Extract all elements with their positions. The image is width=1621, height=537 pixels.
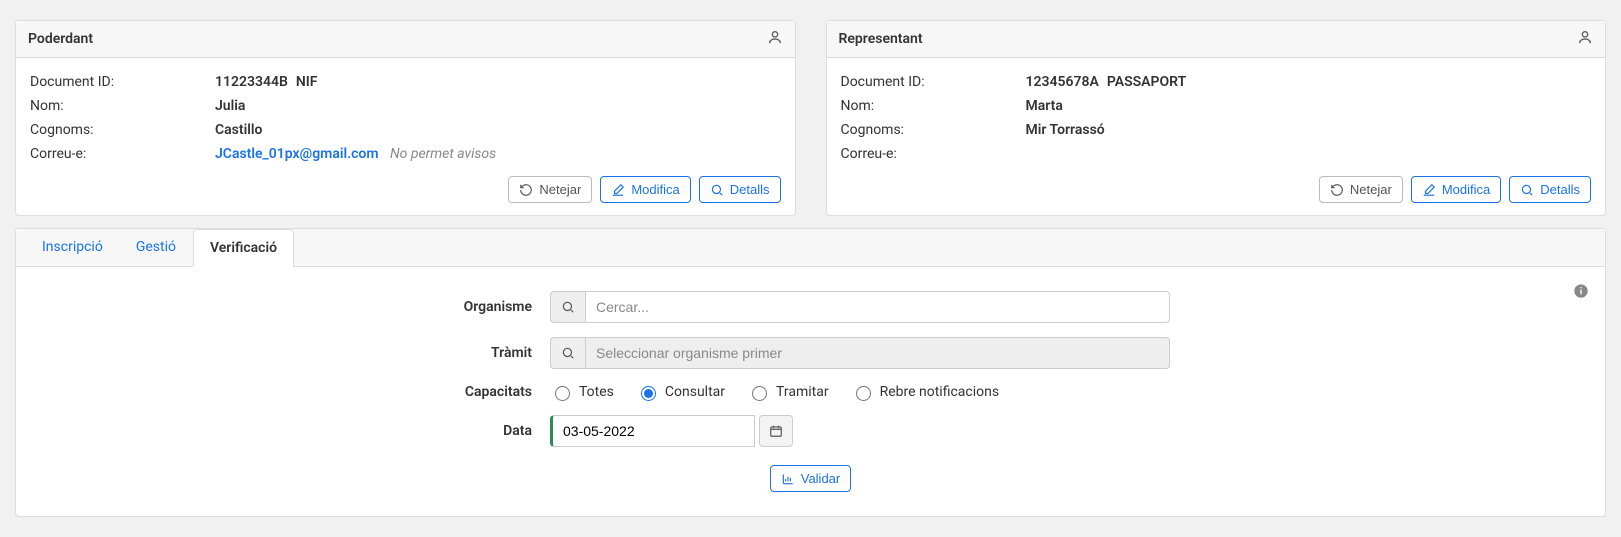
detalls-button[interactable]: Detalls <box>1509 176 1591 203</box>
tramit-input <box>585 337 1170 369</box>
email-note: No permet avisos <box>390 146 496 162</box>
radio-consultar[interactable]: Consultar <box>636 383 725 401</box>
value-correu: JCastle_01px@gmail.com No permet avisos <box>215 146 496 162</box>
value-nom: Julia <box>215 98 245 114</box>
tab-verificacio[interactable]: Verificació <box>193 229 294 267</box>
email-link[interactable]: JCastle_01px@gmail.com <box>215 146 378 162</box>
tab-inscripcio[interactable]: Inscripció <box>26 229 120 266</box>
poderdant-card: Poderdant Document ID: 11223344BNIF Nom:… <box>15 20 796 216</box>
label-correu: Correu-e: <box>841 146 1026 162</box>
label-cognoms: Cognoms: <box>841 122 1026 138</box>
edit-icon <box>1422 183 1436 197</box>
label-correu: Correu-e: <box>30 146 215 162</box>
tab-gestio[interactable]: Gestió <box>120 229 193 266</box>
person-icon <box>1577 29 1593 49</box>
value-document-id: 12345678APASSAPORT <box>1026 74 1187 90</box>
chart-icon <box>781 472 795 486</box>
data-label: Data <box>40 423 550 439</box>
label-document-id: Document ID: <box>30 74 215 90</box>
undo-icon <box>519 183 533 197</box>
label-document-id: Document ID: <box>841 74 1026 90</box>
detalls-button[interactable]: Detalls <box>699 176 781 203</box>
tabs-bar: Inscripció Gestió Verificació <box>16 229 1605 267</box>
label-cognoms: Cognoms: <box>30 122 215 138</box>
validar-button[interactable]: Validar <box>770 465 852 492</box>
person-icon <box>767 29 783 49</box>
representant-title: Representant <box>839 31 923 47</box>
value-document-id: 11223344BNIF <box>215 74 318 90</box>
representant-header: Representant <box>827 21 1606 58</box>
capacitats-label: Capacitats <box>40 384 550 400</box>
edit-icon <box>611 183 625 197</box>
poderdant-header: Poderdant <box>16 21 795 58</box>
radio-rebre[interactable]: Rebre notificacions <box>851 383 1000 401</box>
label-nom: Nom: <box>30 98 215 114</box>
netejar-button[interactable]: Netejar <box>508 176 592 203</box>
modifica-button[interactable]: Modifica <box>1411 176 1501 203</box>
organisme-input[interactable] <box>585 291 1170 323</box>
info-icon[interactable] <box>1573 283 1589 303</box>
radio-tramitar[interactable]: Tramitar <box>747 383 829 401</box>
radio-totes[interactable]: Totes <box>550 383 614 401</box>
data-input[interactable] <box>550 415 755 447</box>
search-icon <box>710 183 724 197</box>
tramit-label: Tràmit <box>40 345 550 361</box>
tab-content-verificacio: Organisme Tràmit Capacitats Totes <box>16 267 1605 516</box>
organisme-label: Organisme <box>40 299 550 315</box>
representant-card: Representant Document ID: 12345678APASSA… <box>826 20 1607 216</box>
search-icon <box>1520 183 1534 197</box>
netejar-button[interactable]: Netejar <box>1319 176 1403 203</box>
undo-icon <box>1330 183 1344 197</box>
search-icon <box>550 291 585 323</box>
value-cognoms: Mir Torrassó <box>1026 122 1105 138</box>
poderdant-title: Poderdant <box>28 31 93 47</box>
label-nom: Nom: <box>841 98 1026 114</box>
calendar-icon <box>769 424 783 438</box>
value-nom: Marta <box>1026 98 1063 114</box>
calendar-button[interactable] <box>759 415 793 447</box>
value-cognoms: Castillo <box>215 122 262 138</box>
tabs-container: Inscripció Gestió Verificació Organisme … <box>15 228 1606 517</box>
modifica-button[interactable]: Modifica <box>600 176 690 203</box>
search-icon <box>550 337 585 369</box>
